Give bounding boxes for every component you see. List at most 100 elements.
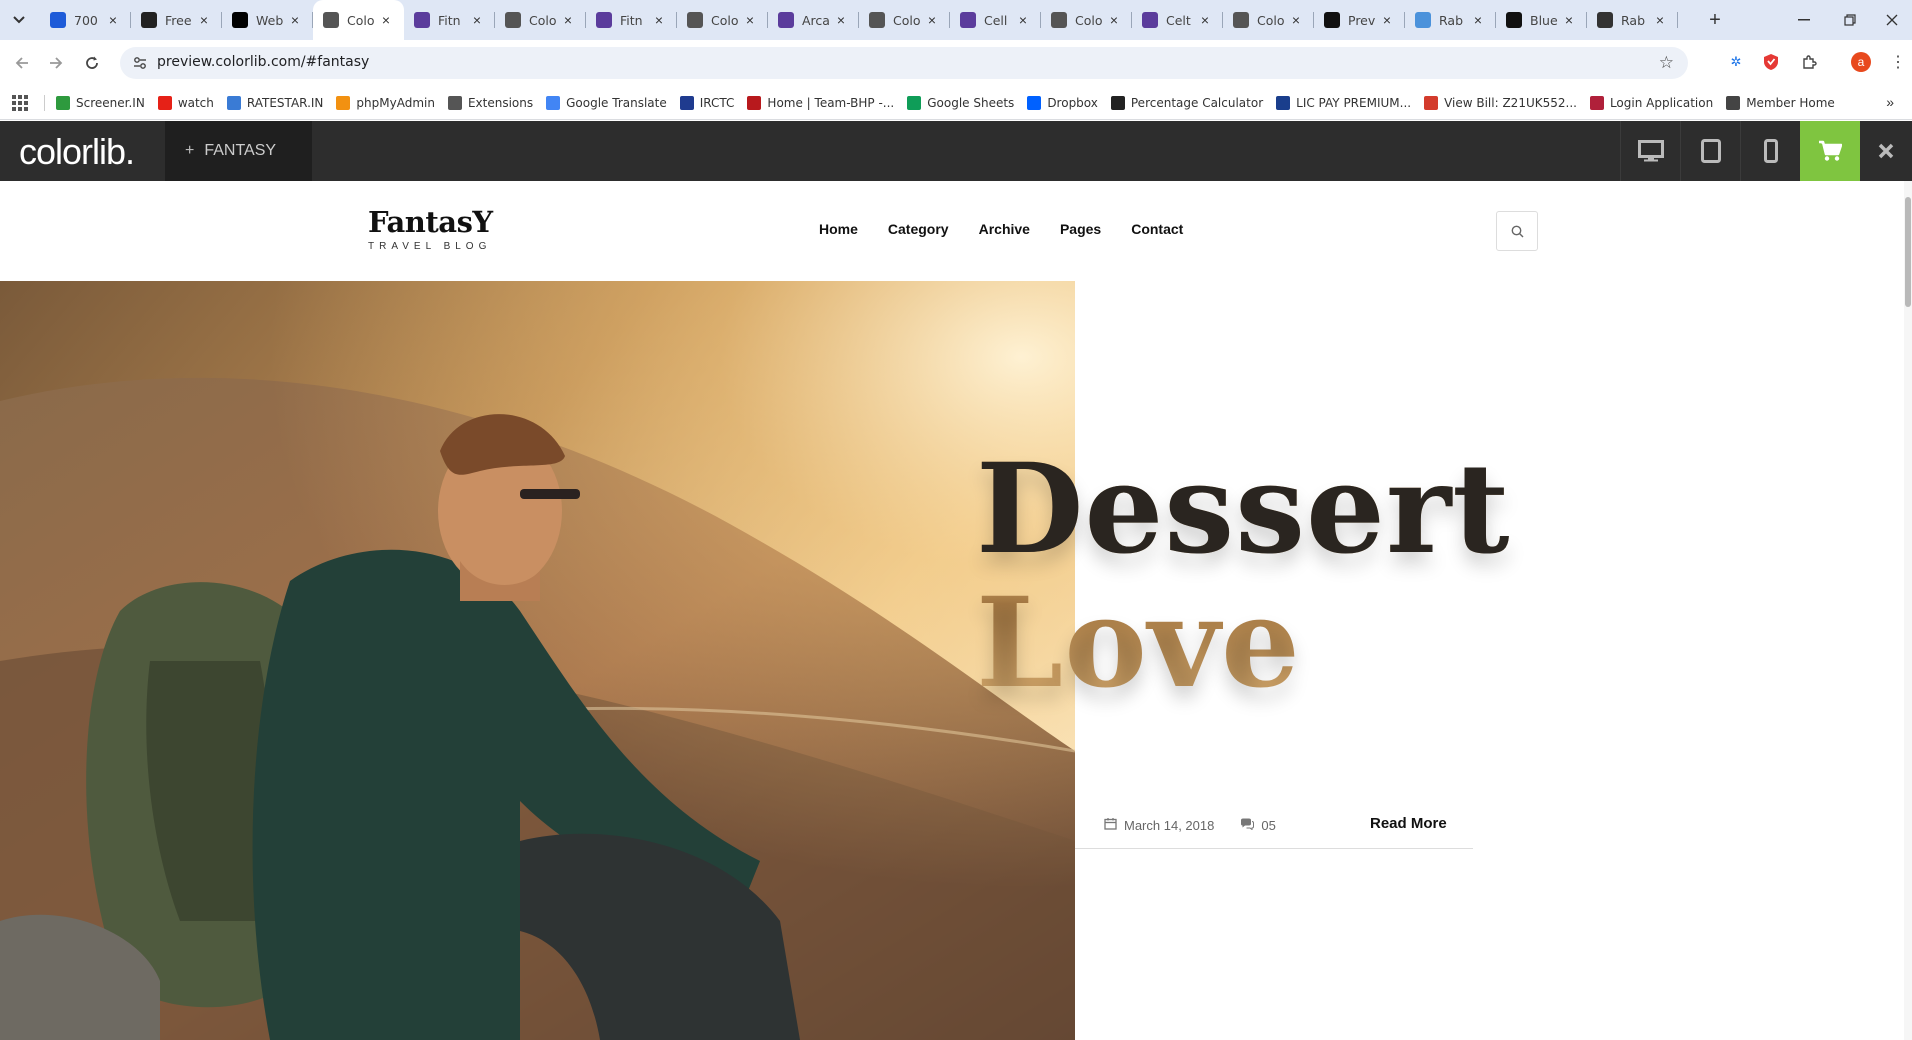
wikipedia-icon bbox=[1506, 12, 1522, 28]
close-window-button[interactable] bbox=[1872, 6, 1912, 34]
bookmark-star-icon[interactable]: ☆ bbox=[1659, 53, 1674, 73]
tab-close-icon[interactable]: × bbox=[196, 12, 212, 28]
bookmark-item[interactable]: watch bbox=[157, 96, 214, 110]
address-bar[interactable]: preview.colorlib.com/#fantasy ☆ bbox=[120, 47, 1688, 79]
shield-extension-icon[interactable] bbox=[1761, 52, 1781, 72]
page-scrollbar[interactable] bbox=[1904, 181, 1912, 1040]
scrollbar-thumb[interactable] bbox=[1905, 197, 1911, 307]
hero-title[interactable]: Dessert Love bbox=[976, 443, 1511, 711]
nav-category[interactable]: Category bbox=[888, 221, 949, 237]
browser-tab[interactable]: Cell × bbox=[950, 0, 1041, 40]
theme-selector[interactable]: + FANTASY bbox=[165, 121, 312, 181]
bookmark-favicon-icon bbox=[1424, 96, 1439, 110]
bookmark-favicon-icon bbox=[1276, 96, 1291, 110]
browser-tab[interactable]: Rab × bbox=[1587, 0, 1678, 40]
desktop-view-button[interactable] bbox=[1620, 121, 1680, 181]
buy-cart-button[interactable] bbox=[1800, 121, 1860, 181]
tab-close-icon[interactable]: × bbox=[1652, 12, 1668, 28]
restore-button[interactable] bbox=[1830, 6, 1870, 34]
puzzle-extensions-icon[interactable] bbox=[1799, 52, 1819, 72]
browser-tab[interactable]: Fitn × bbox=[404, 0, 495, 40]
browser-tab[interactable]: Rab × bbox=[1405, 0, 1496, 40]
tab-close-icon[interactable]: × bbox=[1106, 12, 1122, 28]
bookmark-item[interactable]: Percentage Calculator bbox=[1110, 96, 1264, 110]
tab-close-icon[interactable]: × bbox=[287, 12, 303, 28]
site-info-icon[interactable] bbox=[132, 55, 148, 71]
browser-tab[interactable]: Colo × bbox=[1041, 0, 1132, 40]
tab-close-icon[interactable]: × bbox=[560, 12, 576, 28]
browser-tab[interactable]: Free × bbox=[131, 0, 222, 40]
bookmark-label: Percentage Calculator bbox=[1130, 96, 1264, 110]
browser-tab[interactable]: Arca × bbox=[768, 0, 859, 40]
tab-close-icon[interactable]: × bbox=[1470, 12, 1486, 28]
browser-tab[interactable]: Blue × bbox=[1496, 0, 1587, 40]
bookmark-item[interactable]: LIC PAY PREMIUM... bbox=[1276, 96, 1411, 110]
bookmark-item[interactable]: Login Application bbox=[1589, 96, 1713, 110]
nav-contact[interactable]: Contact bbox=[1131, 221, 1183, 237]
colorlib-logo[interactable]: colorlib. bbox=[19, 131, 135, 173]
extension-icon[interactable]: ✲ bbox=[1726, 52, 1746, 72]
tab-close-icon[interactable]: × bbox=[1015, 12, 1031, 28]
bookmark-item[interactable]: Member Home bbox=[1726, 96, 1835, 110]
tab-close-icon[interactable]: × bbox=[924, 12, 940, 28]
tab-close-icon[interactable]: × bbox=[651, 12, 667, 28]
browser-tab[interactable]: Colo × bbox=[677, 0, 768, 40]
bookmark-item[interactable]: Google Sheets bbox=[907, 96, 1014, 110]
bookmark-item[interactable]: View Bill: Z21UK552... bbox=[1424, 96, 1577, 110]
profile-avatar[interactable]: a bbox=[1851, 52, 1871, 72]
tab-close-icon[interactable]: × bbox=[1379, 12, 1395, 28]
read-more-link[interactable]: Read More bbox=[1370, 815, 1447, 832]
bookmarks-divider bbox=[44, 95, 45, 111]
bookmark-item[interactable]: IRCTC bbox=[679, 96, 734, 110]
tab-close-icon[interactable]: × bbox=[378, 12, 394, 28]
bookmark-item[interactable]: Extensions bbox=[447, 96, 533, 110]
browser-tab[interactable]: Prev × bbox=[1314, 0, 1405, 40]
tablet-icon bbox=[1700, 139, 1721, 163]
site-viewport: FantasY TRAVEL BLOG Home Category Archiv… bbox=[0, 181, 1912, 1040]
bookmark-item[interactable]: Home | Team-BHP -... bbox=[747, 96, 894, 110]
more-bookmarks-icon[interactable]: » bbox=[1886, 94, 1894, 110]
browser-tab[interactable]: 700 × bbox=[40, 0, 131, 40]
tab-close-icon[interactable]: × bbox=[1561, 12, 1577, 28]
browser-tab[interactable]: Fitn × bbox=[586, 0, 677, 40]
tab-close-icon[interactable]: × bbox=[105, 12, 121, 28]
close-preview-button[interactable] bbox=[1860, 121, 1912, 181]
hero-title-line-1: Dessert bbox=[976, 443, 1511, 577]
forward-button[interactable] bbox=[42, 49, 70, 77]
browser-tab[interactable]: Colo × bbox=[1223, 0, 1314, 40]
tab-close-icon[interactable]: × bbox=[1288, 12, 1304, 28]
site-search-button[interactable] bbox=[1496, 211, 1538, 251]
bookmark-item[interactable]: phpMyAdmin bbox=[336, 96, 435, 110]
tab-close-icon[interactable]: × bbox=[1197, 12, 1213, 28]
browser-tab[interactable]: Colo × bbox=[313, 0, 404, 40]
browser-tab[interactable]: Celt × bbox=[1132, 0, 1223, 40]
bookmark-item[interactable]: RATESTAR.IN bbox=[226, 96, 323, 110]
nav-home[interactable]: Home bbox=[819, 221, 858, 237]
nav-archive[interactable]: Archive bbox=[979, 221, 1030, 237]
tab-strip: 700 × Free × Web × Colo × Fitn × Colo × Fitn × Colo × Ar… bbox=[0, 0, 1912, 40]
chatgpt-icon bbox=[1597, 12, 1613, 28]
bookmark-item[interactable]: Dropbox bbox=[1027, 96, 1098, 110]
new-tab-button[interactable]: + bbox=[1702, 8, 1728, 32]
reload-button[interactable] bbox=[78, 49, 106, 77]
tab-close-icon[interactable]: × bbox=[833, 12, 849, 28]
tab-close-icon[interactable]: × bbox=[469, 12, 485, 28]
post-comment-count[interactable]: 05 bbox=[1261, 818, 1275, 833]
bookmark-item[interactable]: Google Translate bbox=[546, 96, 667, 110]
browser-tab[interactable]: Web × bbox=[222, 0, 313, 40]
colorlib-icon bbox=[414, 12, 430, 28]
site-logo[interactable]: FantasY TRAVEL BLOG bbox=[368, 205, 493, 252]
url-text[interactable]: preview.colorlib.com/#fantasy bbox=[157, 54, 369, 70]
browser-tab[interactable]: Colo × bbox=[495, 0, 586, 40]
minimize-button[interactable] bbox=[1784, 6, 1824, 34]
tab-close-icon[interactable]: × bbox=[742, 12, 758, 28]
nav-pages[interactable]: Pages bbox=[1060, 221, 1101, 237]
browser-menu-icon[interactable]: ⋮ bbox=[1888, 52, 1908, 72]
browser-tab[interactable]: Colo × bbox=[859, 0, 950, 40]
tab-search-button[interactable] bbox=[6, 8, 32, 32]
apps-grid-icon[interactable] bbox=[12, 95, 28, 111]
mobile-view-button[interactable] bbox=[1740, 121, 1800, 181]
back-button[interactable] bbox=[8, 49, 36, 77]
bookmark-item[interactable]: Screener.IN bbox=[56, 96, 145, 110]
tablet-view-button[interactable] bbox=[1680, 121, 1740, 181]
